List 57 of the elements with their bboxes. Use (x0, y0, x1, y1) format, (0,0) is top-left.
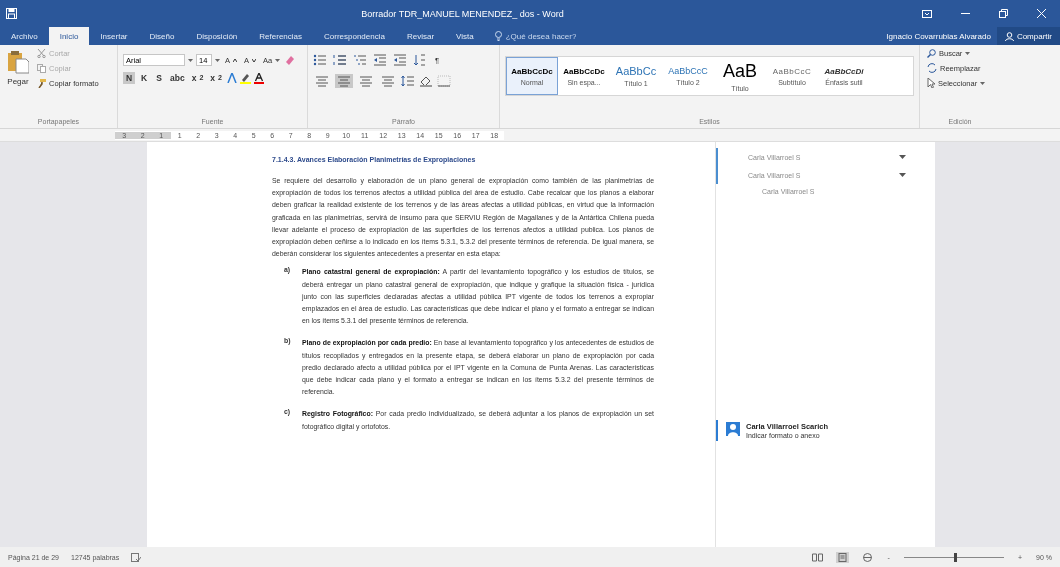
format-button[interactable]: S (153, 72, 165, 84)
format-button[interactable]: abc (168, 72, 187, 84)
copy-icon (37, 64, 46, 73)
caret-icon (980, 81, 986, 85)
ribbon-tab[interactable]: Correspondencia (313, 27, 396, 45)
ribbon-tab[interactable]: Insertar (89, 27, 139, 45)
eraser-icon[interactable] (285, 55, 296, 65)
paste-button[interactable]: Pegar (5, 48, 31, 115)
caret-icon (275, 58, 281, 62)
caret-icon (215, 58, 220, 62)
ribbon-tab[interactable]: Disposición (185, 27, 249, 45)
tell-me-field[interactable]: ¿Qué desea hacer? (505, 31, 576, 41)
multilevel-list-icon[interactable] (353, 54, 367, 66)
window-title: Borrador TDR_MANUEL MENENDEZ_ dos - Word (360, 8, 565, 19)
scissors-icon (37, 49, 46, 58)
format-button[interactable]: N (123, 72, 135, 84)
indent-icon[interactable] (373, 54, 387, 66)
caret-icon[interactable] (899, 155, 906, 159)
font-color-icon[interactable] (254, 72, 264, 84)
print-view-button[interactable] (835, 551, 849, 563)
ribbon-tab[interactable]: Vista (445, 27, 485, 45)
format-button[interactable]: K (138, 72, 150, 84)
caret-icon (965, 52, 971, 55)
avatar-icon (726, 422, 740, 436)
search-icon (927, 49, 936, 58)
replace-icon (927, 63, 937, 73)
caret-icon (188, 58, 193, 62)
caret-up-icon (233, 58, 237, 62)
person-icon (1004, 31, 1014, 41)
cursor-icon (927, 78, 935, 88)
close-icon[interactable] (1036, 9, 1046, 18)
user-name[interactable]: Ignacio Covarrubias Alvarado (880, 27, 997, 45)
ribbon-tab[interactable]: Revisar (395, 27, 446, 45)
caret-icon (252, 58, 257, 62)
restore-icon[interactable] (998, 9, 1008, 18)
highlighter-icon[interactable] (240, 72, 251, 84)
lightbulb-icon (494, 31, 502, 41)
indent-icon[interactable] (393, 54, 407, 66)
proofing-icon[interactable] (131, 552, 142, 562)
shading-icon[interactable] (419, 75, 433, 87)
caret-icon[interactable] (899, 173, 906, 177)
share-button[interactable]: Compartir (996, 27, 1060, 45)
ribbon-tab[interactable]: Archivo (0, 27, 49, 45)
paste-icon (7, 50, 29, 74)
line-spacing-icon[interactable] (401, 75, 415, 87)
read-view-button[interactable] (810, 551, 824, 563)
sort-icon[interactable] (413, 54, 427, 66)
ribbon-display-icon[interactable] (922, 9, 932, 18)
numbering-icon[interactable] (333, 54, 347, 66)
ribbon-tab[interactable]: Referencias (248, 27, 313, 45)
minimize-icon[interactable] (960, 13, 970, 14)
ribbon-tab[interactable]: Inicio (48, 27, 90, 45)
bullets-icon[interactable] (313, 54, 327, 66)
brush-icon (37, 79, 46, 88)
ribbon-tab[interactable]: Diseño (138, 27, 186, 45)
save-icon[interactable] (6, 8, 17, 19)
web-view-button[interactable] (860, 551, 874, 563)
